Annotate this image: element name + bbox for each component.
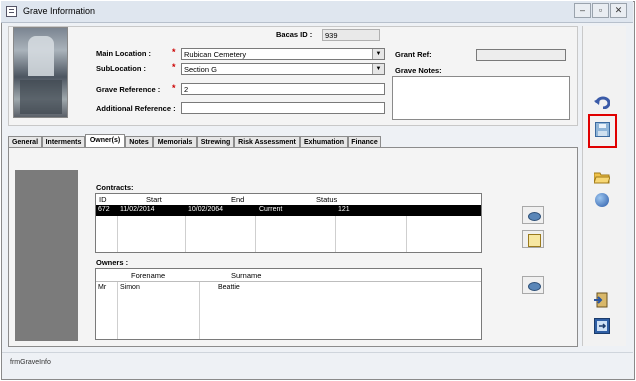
main-location-label: Main Location : bbox=[96, 49, 151, 58]
column-divider bbox=[185, 216, 186, 252]
additional-reference-label: Additional Reference : bbox=[96, 104, 176, 113]
restore-button[interactable]: ▫ bbox=[592, 3, 609, 18]
table-row[interactable]: 672 11/02/2014 10/02/2064 Current 121 bbox=[96, 205, 481, 216]
column-divider bbox=[335, 216, 336, 252]
column-divider bbox=[406, 216, 407, 252]
chevron-down-icon[interactable]: ▼ bbox=[372, 64, 384, 74]
bacas-id-label: Bacas ID : bbox=[276, 30, 313, 39]
main-location-value: Rubican Cemetery bbox=[184, 50, 247, 59]
column-header-start[interactable]: Start bbox=[146, 195, 162, 204]
column-divider bbox=[117, 216, 118, 252]
grant-ref-label: Grant Ref: bbox=[395, 50, 432, 59]
globe-icon[interactable] bbox=[595, 193, 609, 207]
owner-surname-cell: Beattie bbox=[218, 284, 240, 291]
form-name-status: frmGraveInfo bbox=[10, 359, 51, 366]
contracts-title: Contracts: bbox=[96, 183, 134, 192]
grave-reference-label: Grave Reference : bbox=[96, 85, 161, 94]
column-divider bbox=[255, 216, 256, 252]
column-divider bbox=[199, 282, 200, 339]
column-header-surname[interactable]: Surname bbox=[231, 271, 261, 280]
owners-title: Owners : bbox=[96, 258, 129, 267]
status-bar bbox=[2, 352, 633, 379]
view-owner-button[interactable] bbox=[522, 276, 544, 294]
new-contract-button[interactable] bbox=[522, 230, 544, 248]
grave-notes-label: Grave Notes: bbox=[395, 66, 442, 75]
required-mark: * bbox=[172, 47, 176, 57]
sublocation-select[interactable]: Section G ▼ bbox=[181, 63, 385, 75]
grave-reference-field[interactable]: 2 bbox=[181, 83, 385, 95]
owner-photo-placeholder bbox=[15, 170, 78, 341]
header-divider bbox=[96, 281, 481, 282]
sublocation-value: Section G bbox=[184, 65, 217, 74]
column-header-end[interactable]: End bbox=[231, 195, 244, 204]
exit-door-icon[interactable] bbox=[594, 292, 610, 308]
contract-start-cell: 11/02/2014 bbox=[120, 206, 155, 213]
table-row[interactable]: Mr Simon Beattie bbox=[96, 283, 481, 294]
chevron-down-icon[interactable]: ▼ bbox=[372, 49, 384, 59]
save-icon[interactable] bbox=[595, 122, 610, 137]
contract-end-cell: 10/02/2064 bbox=[188, 206, 224, 213]
grave-notes-field[interactable] bbox=[392, 76, 570, 120]
eye-icon bbox=[528, 282, 541, 291]
new-document-icon bbox=[528, 234, 541, 247]
eye-icon bbox=[528, 212, 541, 221]
main-location-select[interactable]: Rubican Cemetery ▼ bbox=[181, 48, 385, 60]
owner-forename-cell: Simon bbox=[120, 284, 140, 291]
column-header-status[interactable]: Status bbox=[316, 195, 337, 204]
contract-status-cell: Current bbox=[259, 206, 283, 213]
contracts-grid[interactable]: ID Start End Status 672 11/02/2014 10/02… bbox=[95, 193, 482, 253]
column-divider bbox=[117, 282, 118, 339]
owner-title-cell: Mr bbox=[98, 284, 107, 291]
minimize-button[interactable]: – bbox=[574, 3, 591, 18]
contract-extra-cell: 121 bbox=[338, 206, 350, 213]
required-mark: * bbox=[172, 83, 176, 93]
open-folder-icon[interactable] bbox=[593, 171, 611, 184]
additional-reference-field[interactable] bbox=[181, 102, 385, 114]
form-icon bbox=[6, 6, 17, 17]
next-record-icon[interactable] bbox=[594, 318, 610, 334]
owners-grid[interactable]: Forename Surname Mr Simon Beattie bbox=[95, 268, 482, 340]
view-contract-button[interactable] bbox=[522, 206, 544, 224]
bacas-id-field: 939 bbox=[322, 29, 380, 41]
title-bar: Grave Information – ▫ ✕ bbox=[1, 1, 633, 23]
required-mark: * bbox=[172, 62, 176, 72]
window-title: Grave Information bbox=[23, 6, 96, 16]
undo-icon[interactable] bbox=[594, 95, 611, 110]
sublocation-label: SubLocation : bbox=[96, 64, 146, 73]
close-button[interactable]: ✕ bbox=[610, 3, 627, 18]
tab-owners[interactable]: Owner(s) bbox=[85, 134, 125, 147]
grant-ref-field[interactable] bbox=[476, 49, 566, 61]
grave-photo[interactable] bbox=[13, 27, 68, 118]
column-header-id[interactable]: ID bbox=[99, 195, 107, 204]
column-header-forename[interactable]: Forename bbox=[131, 271, 165, 280]
contract-id-cell: 672 bbox=[98, 206, 110, 213]
